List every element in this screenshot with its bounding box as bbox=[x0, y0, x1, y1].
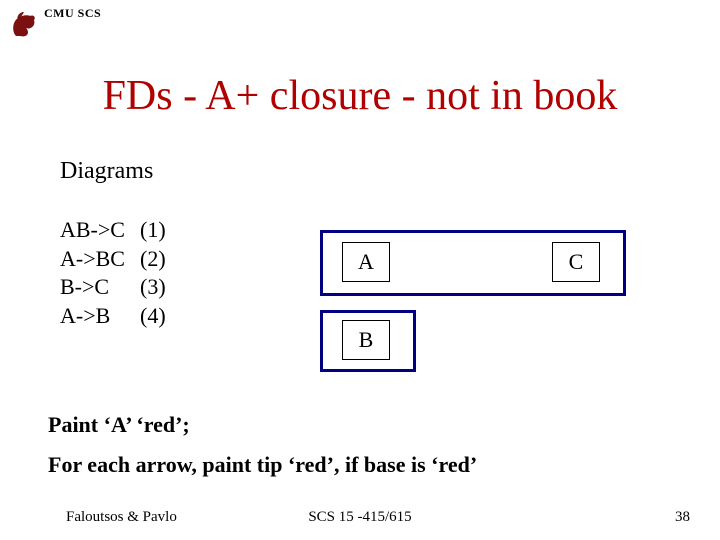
footer-authors: Faloutsos & Pavlo bbox=[66, 509, 177, 526]
section-label: Diagrams bbox=[60, 158, 153, 185]
instruction-for-each-arrow: For each arrow, paint tip ‘red’, if base… bbox=[48, 452, 477, 478]
instruction-paint-a: Paint ‘A’ ‘red’; bbox=[48, 412, 190, 438]
fd-lhs: A->B bbox=[60, 302, 140, 331]
fd-row: B->C (3) bbox=[60, 273, 180, 302]
fd-num: (4) bbox=[140, 302, 180, 331]
slide-title: FDs - A+ closure - not in book bbox=[0, 72, 720, 120]
node-a: A bbox=[342, 242, 390, 282]
fd-lhs: A->BC bbox=[60, 245, 140, 274]
slide-header: CMU SCS bbox=[10, 6, 101, 40]
node-b: B bbox=[342, 320, 390, 360]
fd-list: AB->C (1) A->BC (2) B->C (3) A->B (4) bbox=[60, 216, 180, 330]
cmu-scotty-logo-icon bbox=[10, 6, 38, 40]
footer-page-number: 38 bbox=[675, 509, 690, 526]
fd-row: A->BC (2) bbox=[60, 245, 180, 274]
fd-num: (2) bbox=[140, 245, 180, 274]
fd-lhs: B->C bbox=[60, 273, 140, 302]
node-c: C bbox=[552, 242, 600, 282]
org-label: CMU SCS bbox=[44, 6, 101, 21]
fd-row: A->B (4) bbox=[60, 302, 180, 331]
fd-num: (3) bbox=[140, 273, 180, 302]
fd-num: (1) bbox=[140, 216, 180, 245]
fd-row: AB->C (1) bbox=[60, 216, 180, 245]
footer-course: SCS 15 -415/615 bbox=[308, 509, 411, 526]
fd-lhs: AB->C bbox=[60, 216, 140, 245]
closure-diagram: A C B bbox=[320, 230, 640, 390]
